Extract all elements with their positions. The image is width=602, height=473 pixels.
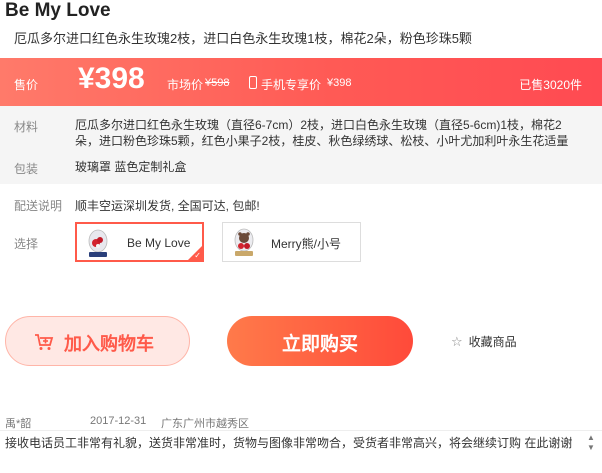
review-user: 禹*韶	[5, 418, 32, 430]
price-bar: 售价 ¥398 市场价 ¥598 手机专享价 ¥398 已售3020件	[0, 58, 602, 106]
choose-label: 选择	[14, 237, 39, 251]
mobile-price-label: 手机专享价	[261, 78, 322, 92]
flower-dome-icon	[88, 229, 108, 257]
bear-dome-icon	[234, 228, 254, 256]
material-label: 材料	[14, 120, 39, 134]
price-value: ¥398	[78, 62, 145, 95]
package-label: 包装	[14, 162, 39, 176]
favorite-label: 收藏商品	[468, 335, 517, 349]
add-to-cart-button[interactable]: 加入购物车	[5, 316, 190, 366]
mobile-price-value: ¥398	[327, 77, 352, 89]
scroll-arrows-icon[interactable]: ▲ ▼	[587, 433, 595, 453]
price-label: 售价	[14, 78, 39, 92]
sold-count: 已售3020件	[519, 78, 582, 92]
product-details: 材料 厄瓜多尔进口红色永生玫瑰（直径6-7cm）2枝，进口白色永生玫瑰（直径5-…	[0, 106, 602, 184]
star-icon: ☆	[451, 334, 463, 349]
market-price-label: 市场价	[167, 78, 204, 92]
divider	[0, 430, 602, 431]
buy-now-label: 立即购买	[281, 334, 358, 355]
option-be-my-love[interactable]: Be My Love ✓	[75, 222, 204, 262]
material-value: 厄瓜多尔进口红色永生玫瑰（直径6-7cm）2枝，进口白色永生玫瑰（直径5-6cm…	[75, 118, 569, 148]
product-subtitle: 厄瓜多尔进口红色永生玫瑰2枝，进口白色永生玫瑰1枝，棉花2朵，粉色珍珠5颗	[14, 31, 472, 46]
package-value: 玻璃罩 蓝色定制礼盒	[75, 160, 187, 174]
option-label: Merry熊/小号	[271, 237, 341, 251]
favorite-button[interactable]: ☆ 收藏商品	[451, 333, 517, 350]
review-text: 接收电话员工非常有礼貌，送货非常准时，货物与图像非常吻合，受货者非常高兴，将会继…	[5, 436, 573, 450]
mobile-phone-icon	[249, 76, 257, 89]
check-icon: ✓	[194, 251, 201, 260]
cart-icon	[35, 334, 54, 350]
delivery-label: 配送说明	[14, 199, 63, 213]
product-title: Be My Love	[5, 0, 111, 21]
delivery-value: 顺丰空运深圳发货, 全国可达, 包邮!	[75, 199, 260, 213]
option-label: Be My Love	[127, 236, 191, 250]
buy-now-button[interactable]: 立即购买	[227, 316, 413, 366]
review-location: 广东广州市越秀区	[161, 418, 249, 430]
market-price-value: ¥598	[205, 77, 230, 89]
option-merry-bear[interactable]: Merry熊/小号	[222, 222, 361, 262]
review-date: 2017-12-31	[90, 415, 147, 427]
add-to-cart-label: 加入购物车	[64, 334, 154, 354]
